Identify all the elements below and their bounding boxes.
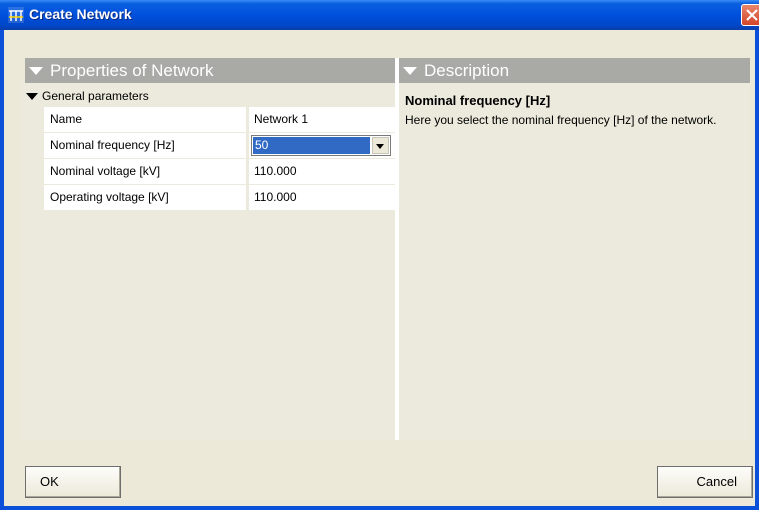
group-label: General parameters [42,89,149,103]
close-icon [746,9,758,21]
property-name: Nominal frequency [Hz] [44,133,246,158]
collapse-arrow-icon [403,67,417,75]
window-frame-right [755,30,759,510]
operating-voltage-field[interactable]: 110.000 [249,185,395,210]
description-title: Nominal frequency [Hz] [405,93,551,108]
property-name: Name [44,107,246,132]
expand-arrow-icon [26,93,38,100]
nominal-voltage-field[interactable]: 110.000 [249,159,395,184]
property-row-nominal-voltage[interactable]: Nominal voltage [kV] 110.000 [44,159,395,185]
collapse-arrow-icon [29,67,43,75]
frequency-selected-value[interactable]: 50 [253,137,370,154]
property-row-name[interactable]: Name Network 1 [44,107,395,133]
property-name: Nominal voltage [kV] [44,159,246,184]
window-title: Create Network [29,6,132,22]
ok-button[interactable]: OK [25,466,121,498]
network-name-field[interactable]: Network 1 [249,107,395,132]
window-frame-bottom [0,506,759,510]
dropdown-button[interactable] [372,137,389,154]
cancel-button[interactable]: Cancel [657,466,753,498]
description-header-label: Description [424,61,510,80]
general-parameters-group[interactable]: General parameters [21,87,395,106]
chevron-down-icon [376,144,384,149]
network-icon [8,7,24,23]
frequency-dropdown[interactable]: 50 [251,135,391,156]
close-button[interactable] [741,4,759,26]
description-panel [399,83,750,440]
property-row-frequency[interactable]: Nominal frequency [Hz] 50 [44,133,395,159]
title-bar[interactable]: Create Network [0,0,759,30]
property-row-operating-voltage[interactable]: Operating voltage [kV] 110.000 [44,185,395,211]
description-header[interactable]: Description [399,58,750,83]
properties-header[interactable]: Properties of Network [25,58,395,83]
property-name: Operating voltage [kV] [44,185,246,210]
description-text: Here you select the nominal frequency [H… [405,113,717,127]
properties-header-label: Properties of Network [50,61,214,80]
property-grid: Name Network 1 Nominal frequency [Hz] 50… [44,107,395,211]
